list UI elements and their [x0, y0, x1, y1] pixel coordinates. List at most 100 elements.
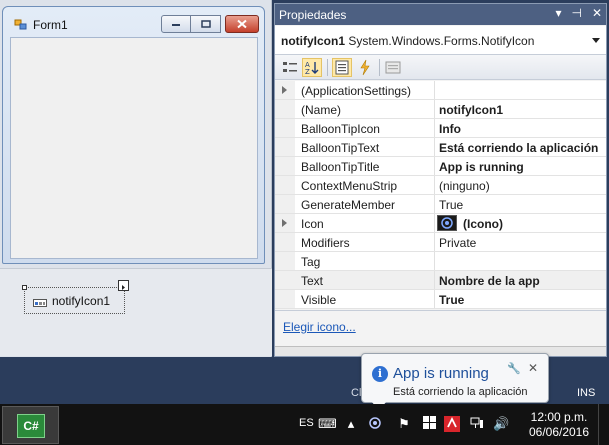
property-value[interactable]: notifyIcon1: [439, 103, 503, 117]
taskbar: C# ES ⌨ ▴ ⚑ 🔊 12:00 p.m. 06/06/2016: [0, 404, 609, 445]
property-name: Text: [301, 274, 324, 288]
property-grid: (ApplicationSettings) (Name) notifyIcon1…: [275, 81, 606, 309]
component-label: notifyIcon1: [52, 294, 111, 308]
property-row[interactable]: BalloonTipTitle App is running: [275, 157, 606, 176]
form1-window[interactable]: Form1: [2, 6, 265, 264]
property-row-selected[interactable]: Text Nombre de la app: [275, 271, 606, 290]
property-value[interactable]: Info: [439, 122, 461, 136]
maximize-icon: [200, 20, 211, 28]
property-name: Icon: [301, 217, 324, 231]
close-icon[interactable]: ✕: [592, 6, 602, 20]
property-row[interactable]: Tag: [275, 252, 606, 271]
property-name: BalloonTipIcon: [301, 122, 380, 136]
network-icon[interactable]: [469, 416, 485, 432]
object-selector[interactable]: notifyIcon1 System.Windows.Forms.NotifyI…: [275, 26, 606, 55]
taskbar-app-button[interactable]: C#: [2, 406, 59, 444]
commands-area: Elegir icono...: [275, 310, 606, 350]
volume-icon[interactable]: 🔊: [493, 416, 509, 432]
property-name: Modifiers: [301, 236, 350, 250]
object-name: notifyIcon1: [281, 34, 346, 48]
property-row[interactable]: (ApplicationSettings): [275, 81, 606, 100]
properties-title: Propiedades: [279, 8, 347, 22]
property-name: BalloonTipTitle: [301, 160, 380, 174]
pin-icon[interactable]: ⊣: [571, 6, 581, 20]
settings-wrench-icon[interactable]: 🔧: [507, 362, 521, 375]
form-client-area[interactable]: [10, 37, 258, 259]
svg-text:Z: Z: [305, 68, 310, 76]
balloon-text: Está corriendo la aplicación: [393, 386, 528, 398]
property-pages-button[interactable]: [383, 58, 403, 77]
properties-icon: [335, 60, 349, 75]
property-name: (ApplicationSettings): [301, 84, 412, 98]
property-value[interactable]: (ninguno): [439, 179, 490, 193]
windows-icon[interactable]: [421, 416, 437, 432]
maximize-button[interactable]: [191, 15, 221, 33]
action-center-flag-icon[interactable]: ⚑: [396, 416, 412, 432]
categorized-button[interactable]: [280, 58, 300, 77]
property-pages-icon: [385, 61, 401, 74]
property-row[interactable]: (Name) notifyIcon1: [275, 100, 606, 119]
clock[interactable]: 12:00 p.m. 06/06/2016: [527, 410, 591, 440]
toolbar-separator: [327, 59, 328, 76]
icon-preview-icon: [437, 215, 457, 231]
property-name: ContextMenuStrip: [301, 179, 398, 193]
balloon-tip[interactable]: i App is running Está corriendo la aplic…: [361, 353, 549, 411]
property-name: Tag: [301, 255, 321, 269]
expand-icon[interactable]: [282, 86, 287, 94]
property-value[interactable]: (Icono): [463, 217, 503, 231]
notifyicon-tray-icon[interactable]: [367, 416, 383, 432]
close-button[interactable]: [225, 15, 259, 33]
csharp-app-icon: C#: [17, 414, 45, 438]
selection-handle[interactable]: [22, 285, 27, 290]
minimize-button[interactable]: [161, 15, 191, 33]
property-value[interactable]: Private: [439, 236, 476, 250]
close-icon[interactable]: ✕: [528, 361, 538, 375]
clock-date: 06/06/2016: [528, 425, 590, 439]
clock-time: 12:00 p.m.: [530, 410, 588, 424]
property-row[interactable]: Icon (Icono): [275, 214, 606, 233]
notifyicon-icon: [33, 299, 47, 307]
lightning-icon: [360, 59, 370, 76]
property-value[interactable]: App is running: [439, 160, 524, 174]
property-row[interactable]: BalloonTipIcon Info: [275, 119, 606, 138]
property-row[interactable]: ContextMenuStrip (ninguno): [275, 176, 606, 195]
properties-view-button[interactable]: [332, 58, 352, 77]
balloon-title: App is running: [393, 365, 489, 382]
status-insert-mode: INS: [577, 387, 596, 399]
language-indicator[interactable]: ES: [299, 417, 314, 429]
property-name: Visible: [301, 293, 337, 307]
smart-tag-arrow-icon[interactable]: [118, 280, 129, 291]
show-hidden-icons-icon[interactable]: ▴: [343, 416, 359, 432]
properties-header: Propiedades ▾ ⊣ ✕: [275, 4, 606, 25]
expand-icon[interactable]: [282, 219, 287, 227]
property-row[interactable]: Visible True: [275, 290, 606, 309]
antivirus-icon[interactable]: [444, 416, 460, 432]
property-row[interactable]: GenerateMember True: [275, 195, 606, 214]
minimize-icon: [172, 24, 180, 26]
property-name: BalloonTipText: [301, 141, 380, 155]
alphabetical-button[interactable]: A Z: [302, 58, 322, 77]
property-row[interactable]: BalloonTipText Está corriendo la aplicac…: [275, 138, 606, 157]
chevron-down-icon: [592, 38, 600, 43]
form-icon: [14, 19, 27, 30]
property-value[interactable]: Está corriendo la aplicación: [439, 141, 598, 155]
status-column: Cl: [351, 387, 362, 399]
categorized-icon: [283, 62, 297, 72]
property-value[interactable]: True: [439, 293, 464, 307]
notifyicon-component[interactable]: notifyIcon1: [22, 280, 129, 314]
component-tray[interactable]: notifyIcon1: [0, 268, 272, 356]
show-desktop-button[interactable]: [598, 404, 609, 445]
info-icon: i: [372, 366, 388, 382]
keyboard-icon[interactable]: ⌨: [318, 416, 337, 432]
form-title: Form1: [33, 18, 68, 32]
dropdown-icon[interactable]: ▾: [555, 6, 561, 20]
toolbar-separator: [379, 59, 380, 76]
close-icon: [237, 19, 247, 29]
property-row[interactable]: Modifiers Private: [275, 233, 606, 252]
object-type: System.Windows.Forms.NotifyIcon: [348, 34, 535, 48]
choose-icon-link[interactable]: Elegir icono...: [283, 320, 356, 334]
form-designer[interactable]: Form1 notifyIcon1: [0, 0, 272, 357]
property-value[interactable]: True: [439, 198, 463, 212]
events-button[interactable]: [355, 58, 375, 77]
property-value[interactable]: Nombre de la app: [439, 274, 540, 288]
